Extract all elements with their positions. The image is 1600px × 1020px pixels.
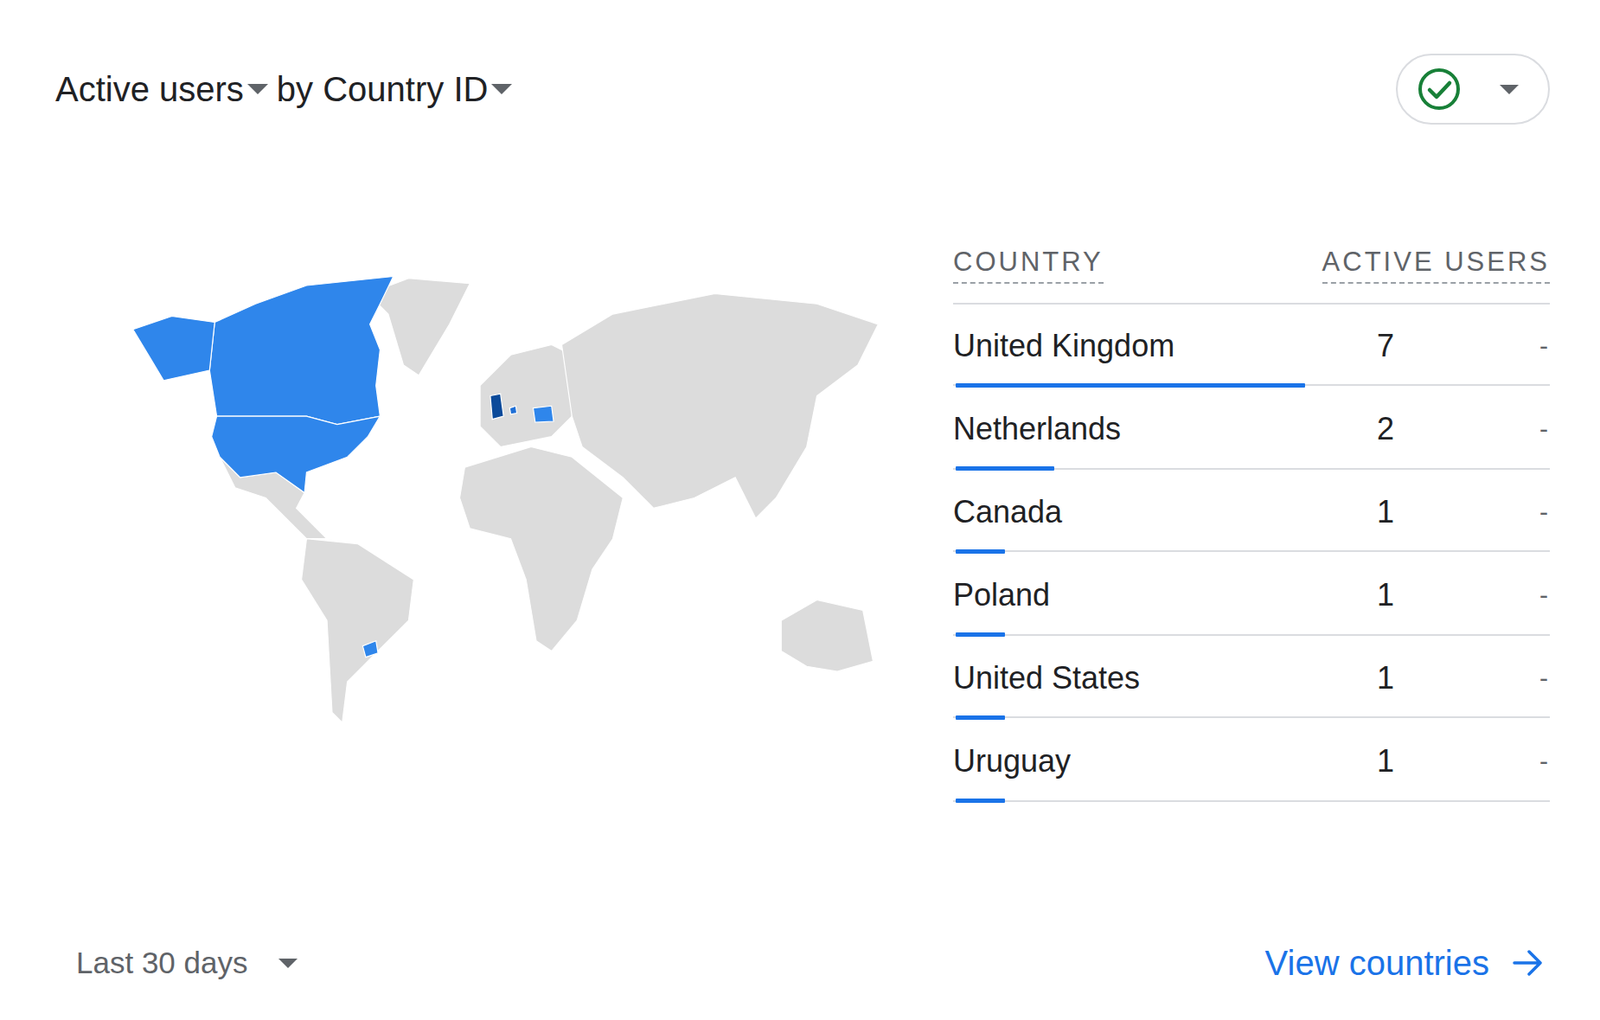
active-users-value: 7: [1350, 326, 1421, 365]
arrow-right-icon: [1511, 946, 1545, 980]
active-users-value: 1: [1350, 659, 1421, 698]
table-row[interactable]: Canada1-: [953, 470, 1550, 554]
column-header[interactable]: ACTIVE USERS: [1322, 245, 1550, 284]
country-name: Canada: [953, 492, 1351, 532]
active-users-value: 1: [1350, 576, 1421, 615]
metric-label[interactable]: Active users: [55, 66, 244, 112]
australia-region: [780, 600, 873, 672]
change-value: -: [1420, 409, 1550, 448]
country-table: COUNTRYACTIVE USERSUnited Kingdom7-Nethe…: [953, 124, 1550, 941]
country-region: [209, 275, 393, 424]
country-region: [532, 405, 554, 423]
change-value: -: [1420, 659, 1550, 698]
status-button[interactable]: [1395, 53, 1550, 125]
value-bar-track: [953, 632, 1550, 637]
change-value: -: [1420, 576, 1550, 615]
active-users-value: 2: [1350, 409, 1421, 448]
value-bar: [955, 715, 1005, 720]
card-title: Active users by Country ID: [55, 66, 521, 112]
table-row[interactable]: Uruguay1-: [953, 719, 1550, 803]
south-america-region: [301, 538, 415, 723]
value-bar: [955, 383, 1306, 388]
value-bar: [955, 632, 1005, 637]
row-cells: United Kingdom7-: [953, 326, 1550, 365]
country-name: Netherlands: [953, 409, 1351, 448]
africa-region: [459, 446, 623, 651]
date-range-label[interactable]: Last 30 days: [76, 945, 248, 980]
country-name: United States: [953, 659, 1351, 698]
change-value: -: [1420, 492, 1550, 532]
country-name: United Kingdom: [953, 326, 1351, 365]
row-cells: United States1-: [953, 659, 1550, 698]
date-range-selector[interactable]: Last 30 days: [55, 945, 307, 980]
change-value: -: [1420, 326, 1550, 365]
table-row[interactable]: Netherlands2-: [953, 387, 1550, 471]
table-header: COUNTRY ACTIVE USERS: [953, 245, 1550, 305]
country-region: [490, 393, 504, 420]
country-region: [362, 640, 378, 658]
table-row[interactable]: United States1-: [953, 636, 1550, 720]
value-bar: [955, 549, 1005, 554]
country-name: Uruguay: [953, 742, 1351, 781]
country-region: [211, 416, 381, 493]
value-bar-track: [953, 549, 1550, 554]
country-name: Poland: [953, 576, 1351, 615]
value-bar: [955, 798, 1005, 803]
value-bar: [955, 466, 1055, 471]
dropdown-arrow-icon[interactable]: [491, 83, 512, 95]
value-bar-track: [953, 383, 1550, 388]
value-bar-track: [953, 466, 1550, 471]
table-row[interactable]: United Kingdom7-: [953, 304, 1550, 388]
value-bar-track: [953, 715, 1550, 720]
card-footer: Last 30 days View countries: [55, 940, 1550, 986]
link-label[interactable]: View countries: [1265, 943, 1490, 983]
check-circle-icon: [1416, 66, 1462, 112]
country-region: [133, 315, 215, 380]
card-body: COUNTRYACTIVE USERSUnited Kingdom7-Nethe…: [55, 124, 1550, 941]
europe-region: [480, 344, 572, 447]
value-bar-track: [953, 798, 1550, 803]
row-cells: Poland1-: [953, 576, 1550, 615]
row-cells: Uruguay1-: [953, 742, 1550, 781]
country-region: [509, 405, 517, 414]
row-cells: Canada1-: [953, 492, 1550, 532]
change-value: -: [1420, 742, 1550, 781]
active-users-value: 1: [1350, 492, 1421, 532]
asia-region: [562, 293, 879, 519]
dimension-selector[interactable]: by Country ID: [276, 66, 522, 112]
dimension-label[interactable]: by Country ID: [276, 66, 489, 112]
dropdown-arrow-icon[interactable]: [278, 958, 298, 968]
metric-selector[interactable]: Active users: [55, 66, 277, 112]
dropdown-arrow-icon[interactable]: [247, 83, 269, 95]
world-map: [55, 124, 954, 941]
dropdown-arrow-icon[interactable]: [1499, 84, 1519, 95]
world-map-chart: [122, 262, 899, 733]
active-users-value: 1: [1350, 742, 1421, 781]
column-header[interactable]: COUNTRY: [953, 245, 1104, 284]
card-header: Active users by Country ID: [55, 53, 1550, 125]
row-cells: Netherlands2-: [953, 409, 1550, 448]
view-countries-link[interactable]: View countries: [1265, 943, 1550, 983]
table-row[interactable]: Poland1-: [953, 553, 1550, 637]
